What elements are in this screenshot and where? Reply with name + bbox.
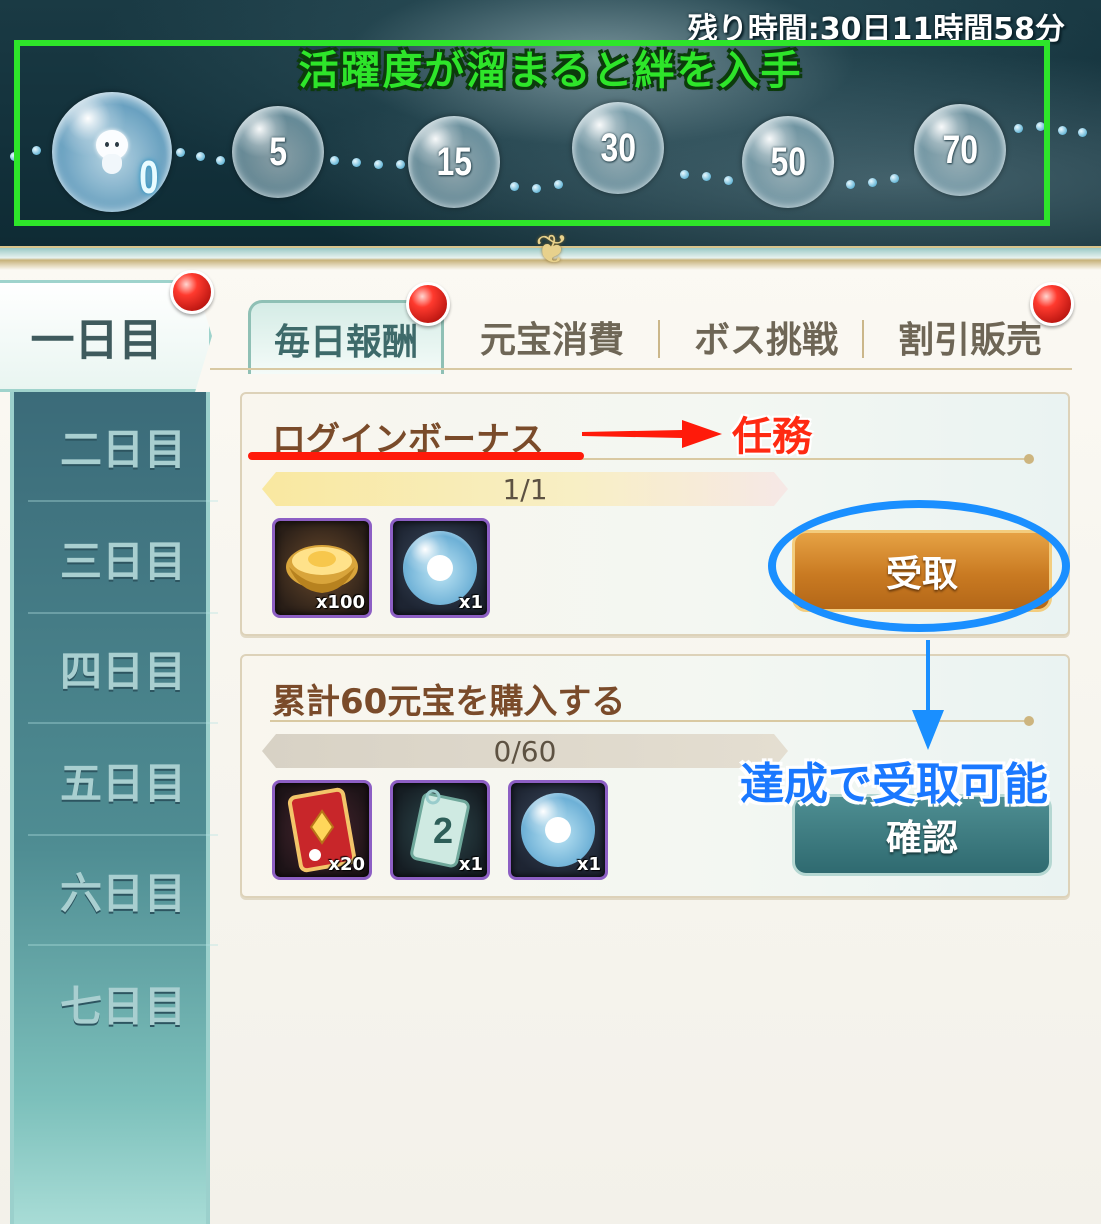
day-sidebar: 二日目 三日目 四日目 五日目 六日目 七日目: [10, 392, 218, 1224]
reward-item[interactable]: 2 x1: [390, 780, 490, 880]
red-arrow-right-icon: [582, 420, 722, 448]
task-title: 累計60元宝を購入する: [272, 682, 626, 722]
reward-qty: x1: [576, 854, 601, 875]
reward-qty: x20: [328, 854, 365, 875]
notification-dot: [170, 270, 214, 314]
trail-dot: [1078, 128, 1087, 137]
day-tab-6[interactable]: 六日目: [28, 836, 218, 946]
annotation-task-label: 任務: [732, 414, 812, 460]
reward-item[interactable]: x100: [272, 518, 372, 618]
reward-qty: x100: [315, 592, 365, 613]
task-progress-text: 0/60: [493, 734, 557, 768]
reward-item[interactable]: x1: [508, 780, 608, 880]
annotation-red-underline: [248, 452, 584, 460]
tab-boss-challenge[interactable]: ボス挑戦: [672, 300, 860, 374]
day-tab-4[interactable]: 四日目: [28, 614, 218, 724]
task-progress-bar: 1/1: [262, 472, 788, 506]
activity-banner: 残り時間:30日11時間58分 0 5 15 30 50 70 活躍度が溜まると…: [0, 0, 1101, 262]
notification-dot: [1030, 282, 1074, 326]
reward-qty: x1: [458, 854, 483, 875]
day-tab-2[interactable]: 二日目: [28, 392, 218, 502]
trail-dot: [1058, 126, 1067, 135]
day-tab-5[interactable]: 五日目: [28, 726, 218, 836]
tab-ingot-spend[interactable]: 元宝消費: [462, 300, 642, 374]
annotation-blue-ellipse: [768, 500, 1070, 632]
tab-underline: [210, 368, 1072, 370]
notification-dot: [406, 282, 450, 326]
svg-text:2: 2: [433, 810, 453, 851]
blue-arrow-down-icon: [912, 640, 944, 750]
annotation-achieve-label: 達成で受取可能: [740, 759, 1048, 810]
reward-item[interactable]: x20: [272, 780, 372, 880]
task-progress-text: 1/1: [502, 472, 548, 506]
task-progress-bar: 0/60: [262, 734, 788, 768]
tab-bar: 毎日報酬 元宝消費 ボス挑戦 割引販売: [240, 300, 1070, 376]
bow-ornament-icon: ❦: [535, 227, 569, 273]
day-tab-7[interactable]: 七日目: [28, 948, 218, 1058]
reward-item[interactable]: x1: [390, 518, 490, 618]
reward-qty: x1: [458, 592, 483, 613]
annotation-caption: 活躍度が溜まると絆を入手: [298, 48, 803, 94]
day-tab-3[interactable]: 三日目: [28, 504, 218, 614]
